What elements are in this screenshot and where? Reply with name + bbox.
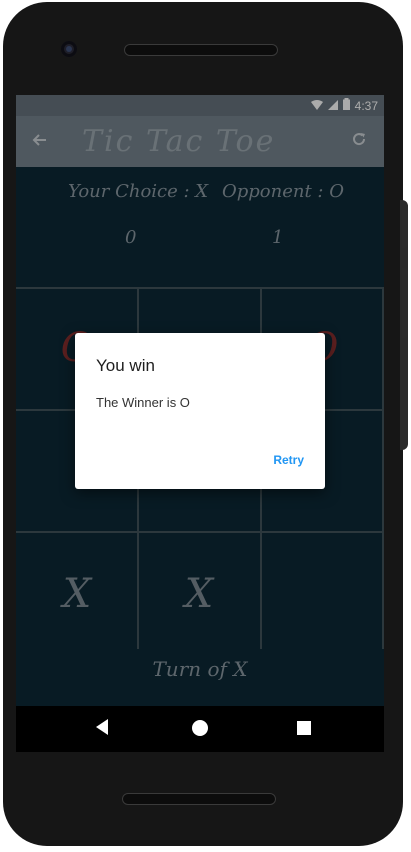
retry-button[interactable]: Retry [273,453,304,467]
front-camera [61,41,77,57]
volume-button [402,268,408,338]
navigation-bar [16,706,384,752]
nav-back-icon[interactable] [96,719,108,735]
winner-dialog: You win The Winner is O Retry [75,333,325,489]
dialog-title: You win [96,356,155,375]
nav-home-icon[interactable] [192,720,208,736]
dialog-message: The Winner is O [96,395,190,410]
nav-recents-icon[interactable] [297,721,311,735]
earpiece-speaker [124,44,278,56]
bottom-speaker [122,793,276,805]
power-button [402,210,408,248]
